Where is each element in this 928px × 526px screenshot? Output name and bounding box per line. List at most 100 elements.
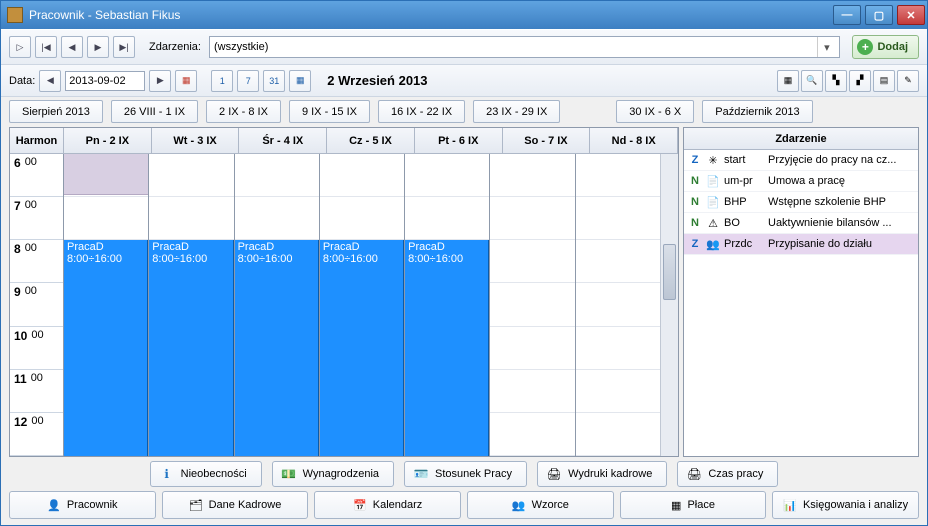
time-slot: 800	[10, 240, 63, 283]
events-select[interactable]: (wszystkie) ▾	[209, 36, 840, 58]
minimize-button[interactable]: —	[833, 5, 861, 25]
view-day7-button[interactable]: 7	[237, 70, 259, 92]
event-block[interactable]: PracaD8:00÷16:00	[320, 240, 404, 456]
day-col-pt[interactable]: PracaD8:00÷16:00	[405, 154, 490, 456]
date-prev-button[interactable]: ◀	[39, 70, 61, 92]
button-wydruki-kadrowe[interactable]: 🖨Wydruki kadrowe	[537, 461, 667, 487]
harmon-header: Harmon	[10, 128, 64, 153]
nav-first-button[interactable]: |◀	[35, 36, 57, 58]
day-header-pt[interactable]: Pt - 6 IX	[415, 128, 503, 153]
button-czas-pracy[interactable]: 🖨Czas pracy	[677, 461, 778, 487]
button-wynagrodzenia[interactable]: 💵Wynagrodzenia	[272, 461, 394, 487]
tool-chart1-icon[interactable]: ▚	[825, 70, 847, 92]
people-icon: 👥	[512, 499, 526, 512]
close-button[interactable]: ✕	[897, 5, 925, 25]
view-day31-button[interactable]: 31	[263, 70, 285, 92]
day-header-wt[interactable]: Wt - 3 IX	[152, 128, 240, 153]
time-slot: 600	[10, 154, 63, 197]
view-cal-button[interactable]: ▦	[175, 70, 197, 92]
day-header-sr[interactable]: Śr - 4 IX	[239, 128, 327, 153]
app-icon	[7, 7, 23, 23]
events-panel: Zdarzenie Z✳startPrzyjęcie do pracy na c…	[683, 127, 919, 457]
event-row[interactable]: Z✳startPrzyjęcie do pracy na cz...	[684, 150, 918, 171]
nav-last-button[interactable]: ▶|	[113, 36, 135, 58]
date-input[interactable]: 2013-09-02	[65, 71, 145, 91]
event-flag: N	[688, 196, 702, 208]
tab-wzorce[interactable]: 👥Wzorce	[467, 491, 614, 519]
event-flag: N	[688, 217, 702, 229]
plus-icon: +	[857, 39, 873, 55]
day-col-nd[interactable]	[576, 154, 660, 456]
view-grid-button[interactable]: ▦	[289, 70, 311, 92]
nav-next-button[interactable]: ▶	[87, 36, 109, 58]
tab-next-month[interactable]: Październik 2013	[702, 100, 812, 123]
events-select-value: (wszystkie)	[214, 41, 268, 53]
event-row[interactable]: N⚠BOUaktywnienie bilansów ...	[684, 213, 918, 234]
event-code: BO	[724, 217, 764, 229]
time-slot: 1100	[10, 370, 63, 413]
tab-week-4[interactable]: 16 IX - 22 IX	[378, 100, 465, 123]
tab-pracownik[interactable]: 👤Pracownik	[9, 491, 156, 519]
tool-edit-icon[interactable]: ✎	[897, 70, 919, 92]
info-icon: ℹ	[159, 466, 175, 482]
nav-prev-button[interactable]: ◀	[61, 36, 83, 58]
event-row[interactable]: N📄BHPWstępne szkolenie BHP	[684, 192, 918, 213]
add-button[interactable]: + Dodaj	[852, 35, 919, 59]
event-block[interactable]: PracaD8:00÷16:00	[235, 240, 319, 456]
day-col-sr[interactable]: PracaD8:00÷16:00	[235, 154, 320, 456]
tab-place[interactable]: ▦Płace	[620, 491, 767, 519]
event-row[interactable]: N📄um-prUmowa a pracę	[684, 171, 918, 192]
calendar-scrollbar[interactable]	[660, 154, 678, 456]
event-block[interactable]: PracaD8:00÷16:00	[405, 240, 489, 456]
tool-chart2-icon[interactable]: ▞	[849, 70, 871, 92]
person-card-icon: 🪪	[413, 466, 429, 482]
scrollbar-thumb[interactable]	[663, 244, 676, 300]
middle-buttons: ℹNieobecności 💵Wynagrodzenia 🪪Stosunek P…	[1, 457, 927, 491]
maximize-button[interactable]: ▢	[865, 5, 893, 25]
event-block[interactable]: PracaD8:00÷16:00	[64, 240, 148, 456]
time-column: 600 700 800 900 1000 1100 1200	[10, 154, 64, 456]
day-header-cz[interactable]: Cz - 5 IX	[327, 128, 415, 153]
tab-week-6[interactable]: 30 IX - 6 X	[616, 100, 694, 123]
tab-week-1[interactable]: 26 VIII - 1 IX	[111, 100, 198, 123]
event-flag: N	[688, 175, 702, 187]
printer-icon: 🖨	[546, 466, 562, 482]
window-title: Pracownik - Sebastian Fikus	[29, 8, 180, 22]
tool-search-icon[interactable]: 🔍	[801, 70, 823, 92]
event-block[interactable]: PracaD8:00÷16:00	[149, 240, 233, 456]
event-desc: Umowa a pracę	[768, 175, 914, 187]
event-code: Przdc	[724, 238, 764, 250]
tab-week-3[interactable]: 9 IX - 15 IX	[289, 100, 370, 123]
add-button-label: Dodaj	[877, 41, 908, 53]
day-col-pn[interactable]: PracaD8:00÷16:00	[64, 154, 149, 456]
view-day1-button[interactable]: 1	[211, 70, 233, 92]
tab-week-5[interactable]: 23 IX - 29 IX	[473, 100, 560, 123]
tool-table-icon[interactable]: ▤	[873, 70, 895, 92]
tool-cal-icon[interactable]: ▦	[777, 70, 799, 92]
event-desc: Wstępne szkolenie BHP	[768, 196, 914, 208]
printer-icon: 🖨	[686, 466, 702, 482]
events-select-dropdown-icon[interactable]: ▾	[817, 37, 835, 57]
event-desc: Przypisanie do działu	[768, 238, 914, 250]
event-type-icon: ⚠	[706, 217, 720, 230]
date-next-button[interactable]: ▶	[149, 70, 171, 92]
nav-stop-button[interactable]: ▷	[9, 36, 31, 58]
day-col-wt[interactable]: PracaD8:00÷16:00	[149, 154, 234, 456]
tab-week-2[interactable]: 2 IX - 8 IX	[206, 100, 281, 123]
day-header-so[interactable]: So - 7 IX	[503, 128, 591, 153]
allday-bar	[64, 154, 148, 195]
event-row[interactable]: Z👥PrzdcPrzypisanie do działu	[684, 234, 918, 255]
button-nieobecnosci[interactable]: ℹNieobecności	[150, 461, 262, 487]
event-type-icon: 👥	[706, 238, 720, 251]
day-col-cz[interactable]: PracaD8:00÷16:00	[320, 154, 405, 456]
day-header-pn[interactable]: Pn - 2 IX	[64, 128, 152, 153]
tab-kalendarz[interactable]: 📅Kalendarz	[314, 491, 461, 519]
tab-dane-kadrowe[interactable]: 🗂Dane Kadrowe	[162, 491, 309, 519]
day-col-so[interactable]	[490, 154, 575, 456]
tab-prev-month[interactable]: Sierpień 2013	[9, 100, 103, 123]
titlebar: Pracownik - Sebastian Fikus — ▢ ✕	[1, 1, 927, 29]
day-header-nd[interactable]: Nd - 8 IX	[590, 128, 678, 153]
tab-ksiegowania[interactable]: 📊Księgowania i analizy	[772, 491, 919, 519]
button-stosunek-pracy[interactable]: 🪪Stosunek Pracy	[404, 461, 527, 487]
week-nav-tabs: Sierpień 2013 26 VIII - 1 IX 2 IX - 8 IX…	[1, 97, 927, 123]
